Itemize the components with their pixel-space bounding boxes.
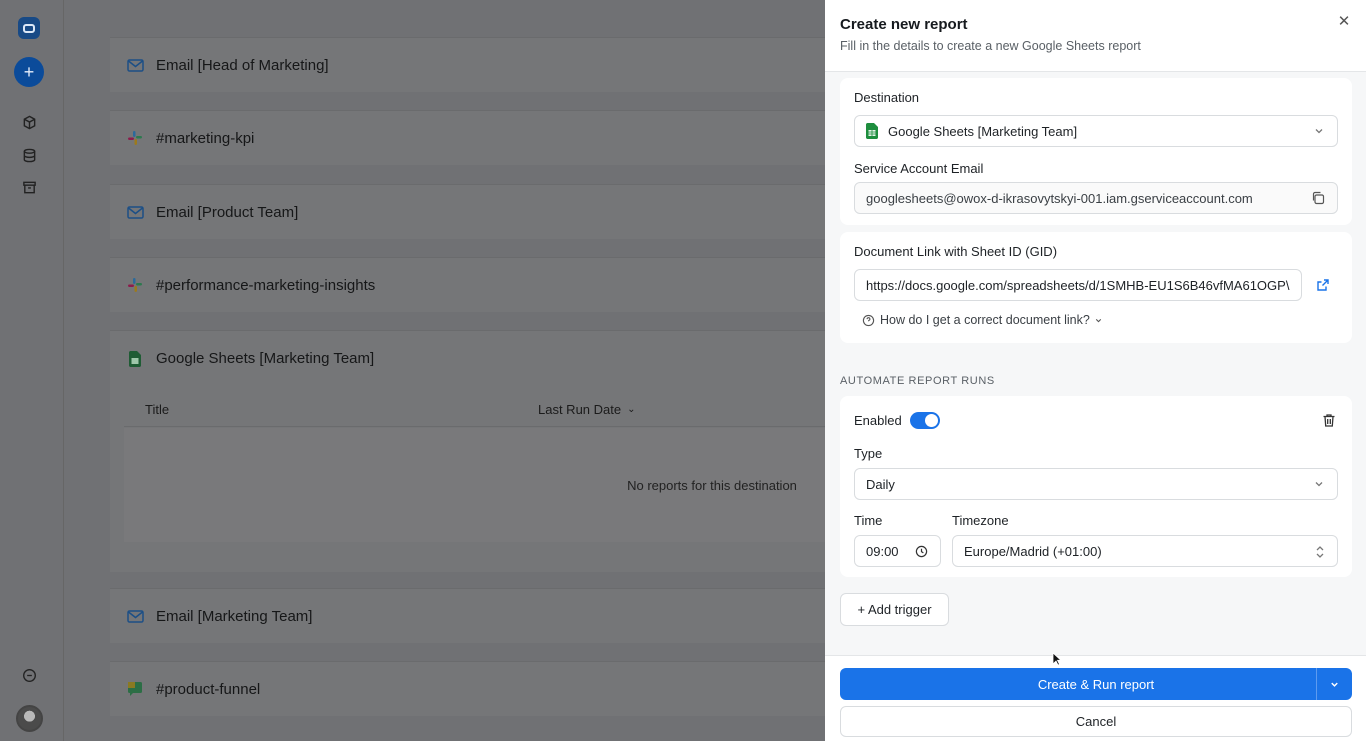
list-item[interactable]: #marketing-kpi xyxy=(110,110,870,165)
doc-link-input[interactable]: https://docs.google.com/spreadsheets/d/1… xyxy=(854,269,1302,301)
archive-icon[interactable] xyxy=(14,172,44,202)
time-value: 09:00 xyxy=(866,543,899,559)
doc-link-label: Document Link with Sheet ID (GID) xyxy=(854,244,1058,259)
list-item-label: Google Sheets [Marketing Team] xyxy=(156,350,375,367)
list-item[interactable]: Email [Product Team] xyxy=(110,184,870,239)
external-link-icon[interactable] xyxy=(1316,278,1330,292)
mail-icon xyxy=(124,605,146,627)
google-sheets-icon xyxy=(124,348,146,370)
enabled-toggle[interactable] xyxy=(909,412,940,429)
empty-state-text: No reports for this destination xyxy=(627,477,797,493)
list-item-label: #marketing-kpi xyxy=(156,129,255,147)
add-trigger-button[interactable]: + Add trigger xyxy=(840,593,949,626)
automation-card: Enabled Type Daily Time 09:00 Timezone E… xyxy=(840,396,1352,577)
automate-section-title: AUTOMATE REPORT RUNS xyxy=(840,375,995,387)
type-select[interactable]: Daily xyxy=(854,468,1338,500)
slack-icon xyxy=(124,274,146,296)
destinations-list: Email [Head of Marketing] #marketing-kpi… xyxy=(64,0,870,741)
list-item-label: Email [Marketing Team] xyxy=(156,607,313,625)
chevron-updown-icon xyxy=(1316,546,1324,558)
clock-icon[interactable] xyxy=(915,545,928,558)
chevron-down-icon xyxy=(1315,482,1323,487)
enabled-label: Enabled xyxy=(854,413,902,428)
mail-icon xyxy=(124,54,146,76)
list-item[interactable]: #product-funnel xyxy=(110,661,870,716)
chat-icon xyxy=(124,678,146,700)
create-run-button[interactable]: Create & Run report xyxy=(840,668,1352,700)
google-sheets-icon xyxy=(866,123,878,139)
cube-icon[interactable] xyxy=(14,107,44,137)
list-item-label: #performance-marketing-insights xyxy=(156,276,376,294)
table-header: Title Last Run Date ⌄ xyxy=(124,393,870,427)
list-item[interactable]: Email [Marketing Team] xyxy=(110,588,870,643)
time-label: Time xyxy=(854,513,883,528)
help-chat-icon xyxy=(862,314,875,326)
panel-header: Create new report Fill in the details to… xyxy=(825,0,1366,72)
app-logo-icon[interactable] xyxy=(14,13,44,43)
list-item[interactable]: Email [Head of Marketing] xyxy=(110,37,870,92)
chevron-down-icon xyxy=(1315,129,1323,134)
list-item-label: #product-funnel xyxy=(156,680,261,698)
empty-state: No reports for this destination xyxy=(124,428,870,542)
type-label: Type xyxy=(854,446,883,461)
column-title: Title xyxy=(145,402,170,417)
slack-icon xyxy=(124,127,146,149)
list-item-label: Email [Product Team] xyxy=(156,203,299,221)
document-link-card: Document Link with Sheet ID (GID) https:… xyxy=(840,232,1352,343)
list-item-label: Email [Head of Marketing] xyxy=(156,56,329,74)
service-email-value: googlesheets@owox-d-ikrasovytskyi-001.ia… xyxy=(866,190,1253,206)
chevron-down-icon: ⌄ xyxy=(627,404,636,415)
left-rail: + xyxy=(0,0,64,741)
copy-icon[interactable] xyxy=(1311,191,1325,205)
destination-value: Google Sheets [Marketing Team] xyxy=(888,123,1078,139)
doc-link-value: https://docs.google.com/spreadsheets/d/1… xyxy=(866,277,1290,293)
create-run-label: Create & Run report xyxy=(1037,676,1155,692)
destination-card: Destination Google Sheets [Marketing Tea… xyxy=(840,78,1352,225)
panel-title: Create new report xyxy=(840,16,968,33)
timezone-label: Timezone xyxy=(952,513,1009,528)
sheets-destination-block: Google Sheets [Marketing Team] Title Las… xyxy=(110,330,870,572)
panel-subtitle: Fill in the details to create a new Goog… xyxy=(840,39,1141,53)
trash-icon[interactable] xyxy=(1322,413,1336,428)
destination-label: Destination xyxy=(854,90,920,105)
type-value: Daily xyxy=(866,476,895,492)
list-item[interactable]: #performance-marketing-insights xyxy=(110,257,870,312)
cancel-button[interactable]: Cancel xyxy=(840,706,1352,737)
help-link-text: How do I get a correct document link? xyxy=(880,313,1090,327)
panel-footer: Create & Run report Cancel xyxy=(825,655,1366,741)
service-email-label: Service Account Email xyxy=(854,161,984,176)
column-last-run-date[interactable]: Last Run Date xyxy=(538,402,621,417)
create-options-button[interactable] xyxy=(1316,668,1352,700)
time-input[interactable]: 09:00 xyxy=(854,535,941,567)
database-icon[interactable] xyxy=(14,140,44,170)
mail-icon xyxy=(124,201,146,223)
help-link[interactable]: How do I get a correct document link? xyxy=(862,313,1338,327)
new-icon[interactable]: + xyxy=(14,57,44,87)
chevron-down-icon xyxy=(1095,318,1101,322)
mouse-cursor-icon xyxy=(1052,652,1062,666)
create-report-panel: Create new report Fill in the details to… xyxy=(825,0,1366,741)
chat-icon[interactable] xyxy=(14,660,44,690)
timezone-select[interactable]: Europe/Madrid (+01:00) xyxy=(952,535,1338,567)
chevron-down-icon xyxy=(1331,682,1338,687)
avatar[interactable] xyxy=(16,705,43,732)
destination-select[interactable]: Google Sheets [Marketing Team] xyxy=(854,115,1338,147)
timezone-value: Europe/Madrid (+01:00) xyxy=(964,543,1102,559)
close-icon[interactable]: ✕ xyxy=(1336,14,1352,30)
service-email-field[interactable]: googlesheets@owox-d-ikrasovytskyi-001.ia… xyxy=(854,182,1338,214)
